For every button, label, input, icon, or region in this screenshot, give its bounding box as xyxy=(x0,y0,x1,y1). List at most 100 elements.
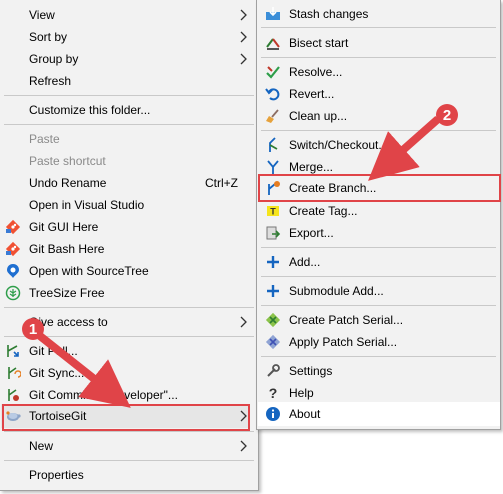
step-badge-2: 2 xyxy=(436,104,458,126)
menu-item-git-sync[interactable]: Git Sync... xyxy=(0,362,258,384)
menu-separator xyxy=(4,431,254,432)
bisect-icon xyxy=(266,38,280,50)
menu-item-open-visual-studio[interactable]: Open in Visual Studio xyxy=(0,194,258,216)
submenu-item-settings[interactable]: Settings xyxy=(257,360,500,382)
submenu-item-stash[interactable]: Stash changes xyxy=(257,3,500,25)
menu-separator xyxy=(4,95,254,96)
menu-item-label: Customize this folder... xyxy=(29,103,151,117)
submenu-item-about[interactable]: About xyxy=(257,403,500,425)
menu-item-undo-rename[interactable]: Undo Rename Ctrl+Z xyxy=(0,172,258,194)
menu-item-label: Resolve... xyxy=(289,65,343,79)
submenu-item-bisect[interactable]: Bisect start xyxy=(257,32,500,54)
submenu-item-create-tag[interactable]: T Create Tag... xyxy=(257,200,500,222)
menu-separator xyxy=(261,27,496,28)
menu-item-new[interactable]: New xyxy=(0,435,258,457)
menu-separator xyxy=(261,276,496,277)
menu-item-label: Git Bash Here xyxy=(29,242,105,256)
submenu-item-revert[interactable]: Revert... xyxy=(257,83,500,105)
menu-item-paste[interactable]: Paste xyxy=(0,128,258,150)
menu-separator xyxy=(4,460,254,461)
menu-item-label: Undo Rename xyxy=(29,176,107,190)
menu-item-label: Properties xyxy=(29,468,84,482)
menu-item-group-by[interactable]: Group by xyxy=(0,48,258,70)
menu-item-open-sourcetree[interactable]: Open with SourceTree xyxy=(0,260,258,282)
menu-item-label: Open with SourceTree xyxy=(29,264,149,278)
export-icon xyxy=(266,226,281,240)
submenu-item-create-branch[interactable]: Create Branch... xyxy=(257,177,500,199)
submenu-item-cleanup[interactable]: Clean up... xyxy=(257,105,500,127)
submenu-item-apply-patch[interactable]: Apply Patch Serial... xyxy=(257,331,500,353)
menu-separator xyxy=(261,57,496,58)
treesize-icon xyxy=(5,285,21,301)
shortcut-label: Ctrl+Z xyxy=(205,176,238,190)
menu-item-label: Apply Patch Serial... xyxy=(289,335,398,349)
menu-item-label: Revert... xyxy=(289,87,335,101)
submenu-item-add[interactable]: Add... xyxy=(257,251,500,273)
menu-item-refresh[interactable]: Refresh xyxy=(0,70,258,92)
resolve-icon xyxy=(266,66,280,79)
create-branch-icon xyxy=(268,181,280,195)
menu-item-paste-shortcut[interactable]: Paste shortcut xyxy=(0,150,258,172)
broom-icon xyxy=(266,109,279,123)
menu-item-label: Git Commit -> "developer"... xyxy=(29,388,178,402)
git-sync-icon xyxy=(8,367,21,379)
menu-item-treesize[interactable]: TreeSize Free xyxy=(0,282,258,304)
tortoisegit-highlight-box xyxy=(2,404,250,431)
chevron-right-icon xyxy=(240,440,247,452)
menu-item-label: Git Sync... xyxy=(29,366,85,380)
menu-item-label: Group by xyxy=(29,52,79,66)
svg-text:?: ? xyxy=(269,385,278,401)
menu-item-label: Stash changes xyxy=(289,7,369,21)
menu-item-label: Export... xyxy=(289,226,334,240)
stash-icon xyxy=(266,7,280,20)
info-icon xyxy=(266,407,280,421)
git-icon xyxy=(5,219,21,235)
menu-item-properties[interactable]: Properties xyxy=(0,464,258,486)
git-icon xyxy=(5,241,21,257)
menu-item-label: Merge... xyxy=(289,160,334,174)
menu-item-label: Git GUI Here xyxy=(29,220,99,234)
menu-item-label: About xyxy=(289,407,321,421)
menu-item-label: Git Pull... xyxy=(29,344,78,358)
submenu-item-resolve[interactable]: Resolve... xyxy=(257,61,500,83)
chevron-right-icon xyxy=(240,316,247,328)
menu-item-git-gui[interactable]: Git GUI Here xyxy=(0,216,258,238)
git-commit-icon xyxy=(8,389,19,401)
menu-separator xyxy=(261,305,496,306)
chevron-right-icon xyxy=(240,31,247,43)
submenu-item-create-patch[interactable]: Create Patch Serial... xyxy=(257,309,500,331)
patch-icon xyxy=(265,312,281,328)
menu-separator xyxy=(261,247,496,248)
menu-item-label: Paste xyxy=(29,132,60,146)
menu-item-label: Help xyxy=(289,386,314,400)
menu-item-label: Submodule Add... xyxy=(289,284,384,298)
menu-item-label: Settings xyxy=(289,364,333,378)
menu-separator xyxy=(261,130,496,131)
menu-item-label: Paste shortcut xyxy=(29,154,106,168)
submenu-item-help[interactable]: ? Help xyxy=(257,382,500,404)
menu-item-git-commit[interactable]: Git Commit -> "developer"... xyxy=(0,384,258,406)
tortoisegit-submenu: Stash changes Bisect start Resolve... Re… xyxy=(256,0,501,430)
submenu-item-switch-checkout[interactable]: Switch/Checkout... xyxy=(257,134,500,156)
menu-item-label: Add... xyxy=(289,255,321,269)
menu-separator xyxy=(4,124,254,125)
menu-item-label: Bisect start xyxy=(289,36,349,50)
patch-icon xyxy=(265,334,281,350)
step-badge-1: 1 xyxy=(22,318,44,340)
menu-item-git-pull[interactable]: Git Pull... xyxy=(0,340,258,362)
menu-item-view[interactable]: View xyxy=(0,4,258,26)
chevron-right-icon xyxy=(240,53,247,65)
submenu-item-submodule-add[interactable]: Submodule Add... xyxy=(257,280,500,302)
menu-item-git-bash[interactable]: Git Bash Here xyxy=(0,238,258,260)
menu-item-sort-by[interactable]: Sort by xyxy=(0,26,258,48)
switch-icon xyxy=(269,137,278,152)
menu-item-customize-folder[interactable]: Customize this folder... xyxy=(0,99,258,121)
sourcetree-icon xyxy=(7,264,19,278)
submenu-item-export[interactable]: Export... xyxy=(257,222,500,244)
menu-item-label: Clean up... xyxy=(289,109,348,123)
menu-item-label: Switch/Checkout... xyxy=(289,138,389,152)
merge-icon xyxy=(267,160,279,174)
menu-item-label: Create Branch... xyxy=(289,181,377,195)
menu-item-label: TreeSize Free xyxy=(29,286,105,300)
chevron-right-icon xyxy=(240,9,247,21)
